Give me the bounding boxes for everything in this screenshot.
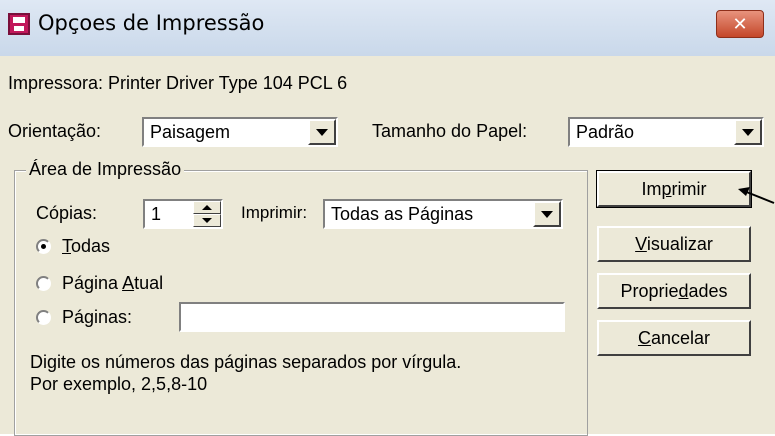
dialog-title: Opçoes de Impressão bbox=[38, 11, 265, 35]
radio-page-list-label[interactable]: Páginas: bbox=[62, 307, 132, 328]
print-pre: Im bbox=[641, 179, 662, 199]
properties-post: ades bbox=[688, 281, 728, 301]
radio-all-pages[interactable] bbox=[36, 239, 51, 254]
orientation-select[interactable]: Paisagem bbox=[142, 117, 338, 147]
radio-current-page-label[interactable]: Página Atual bbox=[62, 273, 163, 294]
chevron-down-icon[interactable] bbox=[308, 119, 336, 145]
page-hint-line-2: Por exemplo, 2,5,8-10 bbox=[30, 374, 208, 394]
radio-current-pre: Página bbox=[62, 273, 123, 293]
close-button[interactable]: ✕ bbox=[716, 10, 764, 38]
page-list-input[interactable] bbox=[179, 302, 565, 332]
pointer-arrow-icon bbox=[738, 187, 775, 204]
radio-all-pages-label[interactable]: Todas bbox=[62, 236, 110, 257]
print-range-select[interactable]: Todas as Páginas bbox=[323, 199, 563, 229]
cancel-button[interactable]: Cancelar bbox=[597, 320, 751, 356]
printer-label: Impressora: Printer Driver Type 104 PCL … bbox=[8, 73, 348, 93]
radio-all-rest: odas bbox=[71, 236, 111, 256]
orientation-label: Orientação: bbox=[8, 121, 102, 141]
radio-page-list[interactable] bbox=[36, 310, 51, 325]
properties-pre: Proprie bbox=[620, 281, 679, 301]
print-post: rimir bbox=[671, 179, 707, 199]
preview-post: isualizar bbox=[646, 234, 713, 254]
print-range-label: Imprimir: bbox=[241, 203, 308, 222]
cancel-post: ancelar bbox=[650, 328, 711, 348]
copies-value: 1 bbox=[151, 204, 162, 224]
page-hint-line-1: Digite os números das páginas separados … bbox=[30, 352, 462, 372]
chevron-down-icon[interactable] bbox=[533, 201, 561, 227]
title-bar[interactable]: Opçoes de Impressão ✕ bbox=[0, 0, 775, 56]
radio-current-page[interactable] bbox=[36, 276, 51, 291]
preview-button[interactable]: Visualizar bbox=[597, 226, 751, 262]
copies-label: Cópias: bbox=[36, 203, 98, 223]
print-button[interactable]: Imprimir bbox=[596, 170, 752, 208]
copies-stepper[interactable]: 1 bbox=[143, 199, 223, 229]
radio-current-post: tual bbox=[134, 273, 164, 293]
properties-button[interactable]: Propriedades bbox=[597, 273, 751, 309]
spin-down-icon[interactable] bbox=[193, 214, 221, 227]
orientation-value: Paisagem bbox=[150, 122, 231, 142]
print-options-dialog: Opçoes de Impressão ✕ Impressora: Printe… bbox=[0, 0, 775, 436]
printer-save-icon bbox=[8, 13, 30, 35]
paper-size-value: Padrão bbox=[576, 122, 635, 142]
print-area-group-label: Área de Impressão bbox=[26, 159, 185, 180]
paper-size-select[interactable]: Padrão bbox=[568, 117, 764, 147]
paper-size-label: Tamanho do Papel: bbox=[372, 121, 528, 141]
spin-up-icon[interactable] bbox=[193, 201, 221, 214]
print-range-value: Todas as Páginas bbox=[331, 204, 474, 224]
chevron-down-icon[interactable] bbox=[734, 119, 762, 145]
